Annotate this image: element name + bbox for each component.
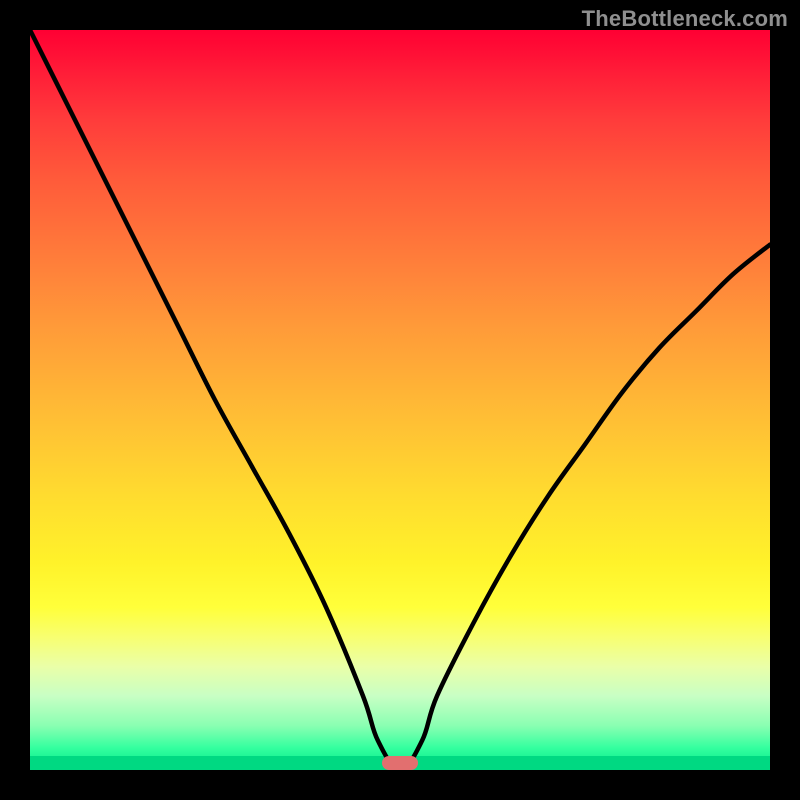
chart-frame: TheBottleneck.com	[0, 0, 800, 800]
watermark-text: TheBottleneck.com	[582, 6, 788, 32]
bottleneck-curve	[30, 30, 770, 770]
optimal-point-marker	[382, 756, 418, 770]
plot-area	[30, 30, 770, 770]
